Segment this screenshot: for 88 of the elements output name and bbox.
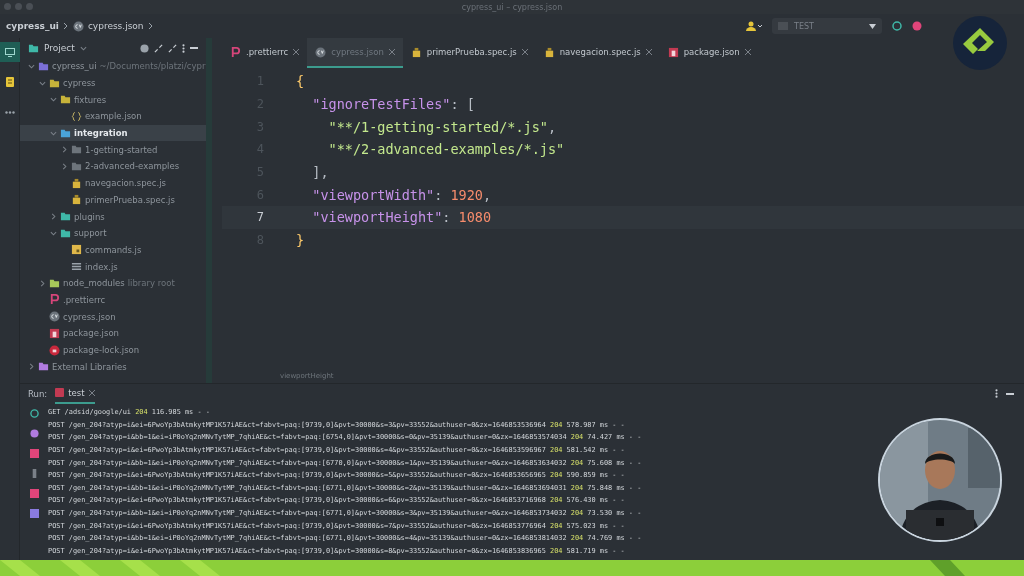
tree-item[interactable]: package-lock.json: [63, 345, 140, 356]
collapse-icon[interactable]: [168, 43, 177, 53]
folder-icon: [60, 227, 71, 239]
chevron-down-icon[interactable]: [28, 62, 35, 70]
code-line: ],: [311, 164, 329, 181]
run-label: Run:: [28, 388, 48, 399]
chevron-right-icon: [62, 22, 69, 30]
folder-icon: [49, 77, 60, 89]
code-line: {: [296, 73, 305, 90]
chevron-down-icon[interactable]: [39, 79, 46, 87]
close-icon[interactable]: [293, 47, 300, 57]
tree-item[interactable]: support: [74, 228, 107, 239]
braces-icon: [71, 110, 82, 122]
tree-item[interactable]: navegacion.spec.js: [85, 178, 166, 189]
tree-item[interactable]: cypress.json: [63, 311, 116, 322]
tree-item[interactable]: primerPrueba.spec.js: [85, 194, 175, 205]
window-title: cypress_ui – cypress.json: [461, 2, 563, 12]
chevron-down-icon[interactable]: [50, 229, 57, 237]
monitor-icon: [4, 47, 15, 57]
close-icon[interactable]: [388, 47, 395, 57]
chevron-right-icon[interactable]: [50, 213, 57, 221]
p-letter-icon: [230, 46, 241, 58]
folder-icon: [38, 361, 49, 373]
line-number: 7: [255, 210, 265, 225]
tree-item[interactable]: 2-advanced-examples: [85, 161, 180, 172]
user-icon[interactable]: [746, 21, 762, 31]
tool-window-button[interactable]: [0, 42, 20, 62]
square-icon[interactable]: [29, 489, 39, 498]
tree-item[interactable]: commands.js: [85, 244, 142, 255]
chevron-right-icon[interactable]: [28, 363, 35, 371]
run-config-dropdown[interactable]: TEST: [772, 18, 882, 34]
chevron-down-icon[interactable]: [50, 129, 57, 137]
editor-tab[interactable]: cypress.json: [307, 38, 403, 68]
folder-icon: [71, 160, 82, 172]
tree-item[interactable]: plugins: [74, 211, 105, 222]
tree-item-note: ~/Documents/platzi/cypr: [99, 61, 206, 72]
list-file-icon: [71, 261, 82, 273]
tree-item[interactable]: .prettierrc: [63, 294, 106, 305]
structure-icon: [5, 77, 14, 87]
chevron-right-icon: [147, 22, 154, 30]
more-icon[interactable]: [995, 389, 998, 398]
breadcrumb-item[interactable]: cypress.json: [87, 21, 144, 31]
code-line: }: [296, 232, 305, 249]
tree-item[interactable]: node_modules: [63, 278, 125, 289]
folder-icon: [28, 42, 39, 54]
code-line: "viewportHeight": 1080: [311, 209, 492, 226]
editor-tab[interactable]: navegacion.spec.js: [535, 38, 660, 68]
minimize-icon[interactable]: [1006, 392, 1014, 395]
close-icon[interactable]: [744, 47, 751, 57]
folder-icon: [60, 211, 71, 223]
code-line: "**/1-getting-started/*.js",: [327, 118, 557, 135]
editor-tab[interactable]: primerPrueba.spec.js: [402, 38, 536, 68]
p-letter-icon: [49, 294, 60, 306]
tree-item[interactable]: fixtures: [74, 94, 107, 105]
logo-icon: [953, 16, 1007, 70]
tree-item[interactable]: cypress_ui: [52, 61, 97, 72]
close-icon[interactable]: [645, 47, 652, 57]
tree-item-note: library root: [127, 278, 175, 289]
caret-down-icon: [869, 23, 876, 29]
editor-tab[interactable]: package.json: [659, 38, 759, 68]
editor-tab[interactable]: .prettierrc: [222, 38, 308, 68]
folder-icon: [60, 94, 71, 106]
chevron-right-icon[interactable]: [39, 279, 46, 287]
tree-item[interactable]: External Libraries: [52, 361, 127, 372]
tree-item[interactable]: index.js: [85, 261, 118, 272]
stop-icon[interactable]: [29, 449, 39, 458]
breadcrumb-item[interactable]: cypress_ui: [6, 21, 59, 31]
code-line: "ignoreTestFiles": [: [311, 96, 475, 113]
folder-icon: [49, 277, 60, 289]
close-icon[interactable]: [521, 47, 528, 57]
folder-icon: [60, 127, 71, 139]
more-icon: [4, 110, 15, 114]
chevron-down-icon[interactable]: [50, 96, 57, 104]
folder-icon: [38, 60, 49, 72]
code-line: "**/2-advanced-examples/*.js": [327, 141, 565, 158]
more-icon[interactable]: [182, 43, 185, 53]
tree-item[interactable]: package.json: [63, 328, 119, 339]
folder-icon: [71, 144, 82, 156]
tree-item[interactable]: integration: [74, 128, 128, 139]
tree-item[interactable]: 1-getting-started: [85, 144, 158, 155]
run-tab[interactable]: test: [55, 383, 95, 404]
panel-title[interactable]: Project: [44, 43, 75, 53]
tree-item[interactable]: example.json: [85, 111, 142, 122]
tree-item[interactable]: cypress: [63, 78, 96, 89]
code-line: "viewportWidth": 1920,: [311, 186, 492, 203]
chevron-down-icon[interactable]: [79, 44, 87, 52]
expand-icon[interactable]: [154, 43, 163, 53]
close-icon[interactable]: [88, 389, 95, 396]
